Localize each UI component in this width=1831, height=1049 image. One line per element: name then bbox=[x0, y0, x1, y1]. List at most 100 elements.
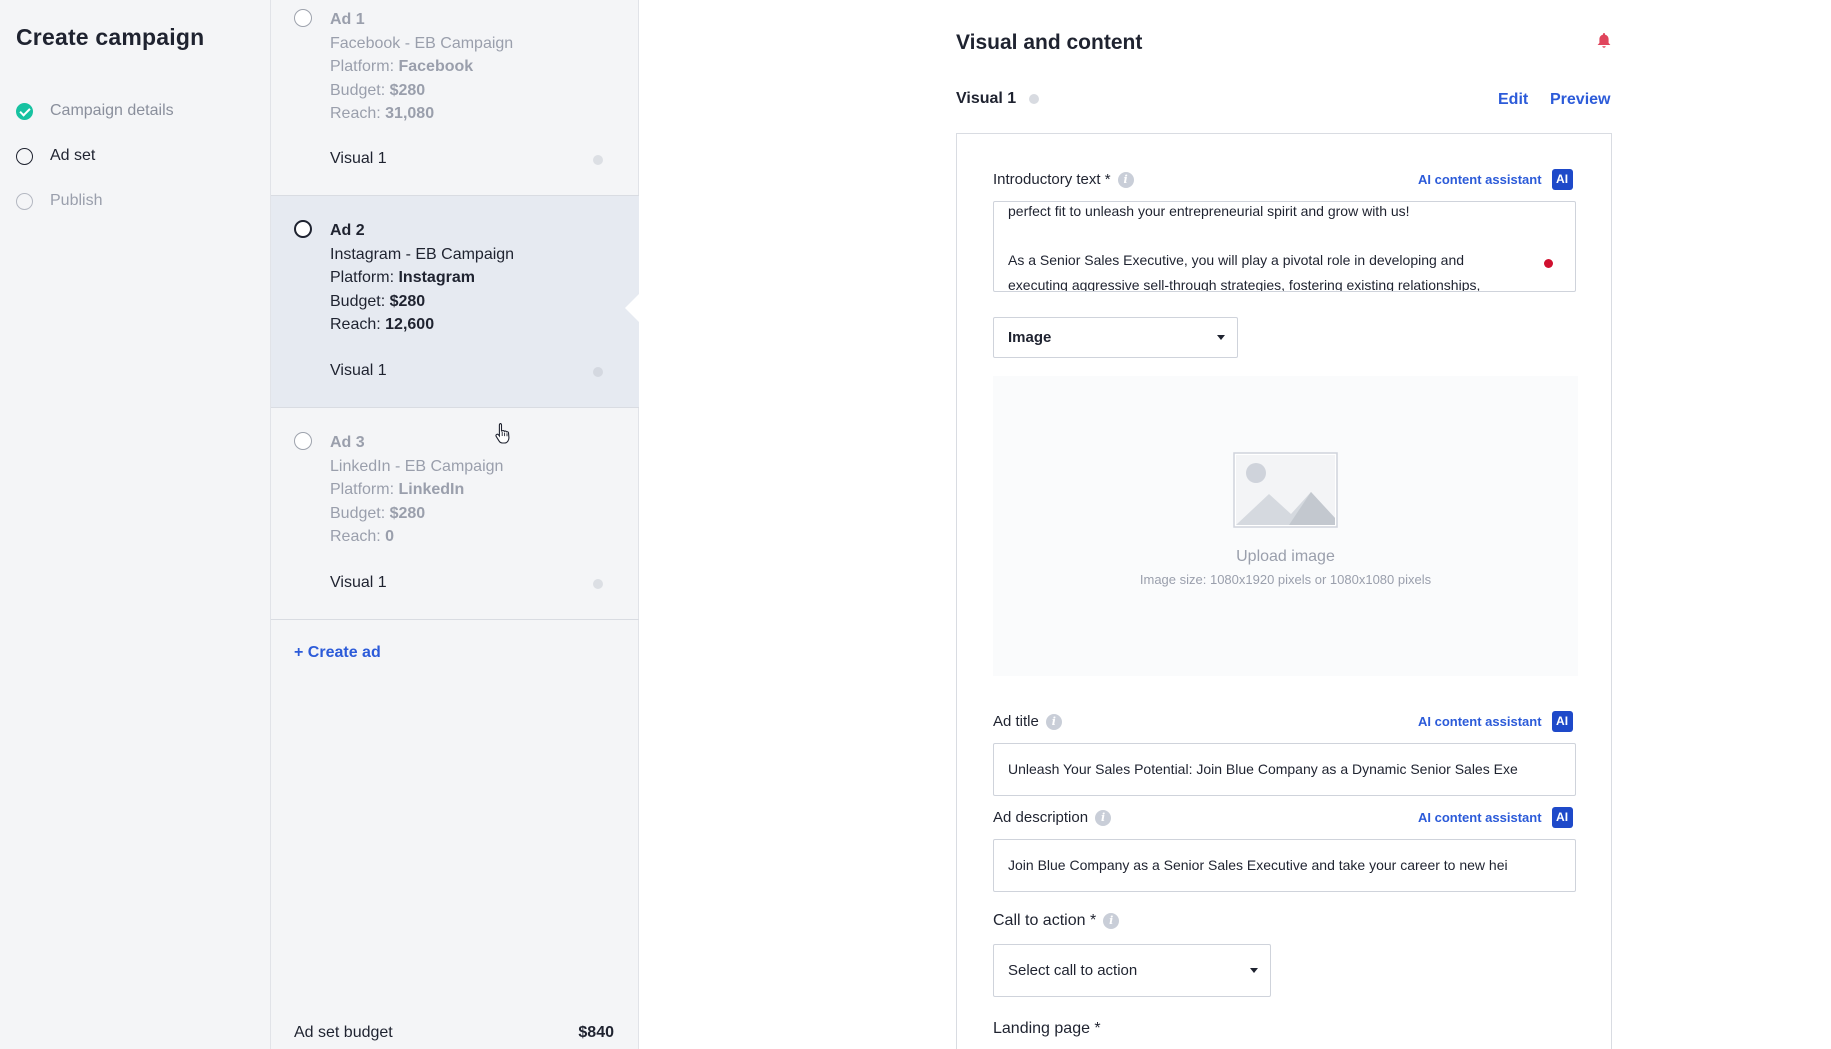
ad-title-field-label: Ad title i bbox=[993, 713, 1062, 730]
ad-details: Ad 2 Instagram - EB Campaign Platform: I… bbox=[330, 219, 514, 337]
ad-visual-item[interactable]: Visual 1 bbox=[330, 362, 387, 380]
ad-description-input[interactable]: Join Blue Company as a Senior Sales Exec… bbox=[993, 839, 1576, 892]
platform-value: LinkedIn bbox=[398, 481, 465, 498]
hand-cursor-icon bbox=[495, 422, 510, 444]
visual-tab[interactable]: Visual 1 bbox=[956, 90, 1040, 108]
ad-card-2[interactable]: Ad 2 Instagram - EB Campaign Platform: I… bbox=[271, 196, 639, 408]
info-icon[interactable]: i bbox=[1103, 913, 1120, 929]
ad-description-field-label: Ad description i bbox=[993, 809, 1112, 826]
visual-status-dot bbox=[1029, 94, 1040, 104]
budget-value: $280 bbox=[389, 292, 426, 310]
intro-text-line: executing aggressive sell-through strate… bbox=[1008, 277, 1481, 292]
intro-text-area[interactable]: perfect fit to unleash your entrepreneur… bbox=[993, 201, 1576, 292]
budget-label: Budget: bbox=[330, 81, 386, 99]
edit-link[interactable]: Edit bbox=[1498, 91, 1528, 109]
media-type-value: Image bbox=[1008, 329, 1052, 346]
budget-value: $280 bbox=[389, 81, 426, 99]
step-publish[interactable]: Publish bbox=[16, 189, 102, 213]
image-upload-area[interactable]: Upload image Image size: 1080x1920 pixel… bbox=[993, 376, 1578, 676]
budget-value: $280 bbox=[389, 504, 426, 522]
section-title: Visual and content bbox=[956, 31, 1143, 54]
media-type-select[interactable]: Image bbox=[993, 317, 1238, 358]
info-icon[interactable]: i bbox=[1095, 809, 1112, 826]
create-ad-button[interactable]: + Create ad bbox=[294, 644, 381, 662]
ad-list-panel: Ad 1 Facebook - EB Campaign Platform: Fa… bbox=[270, 0, 639, 1049]
landing-page-field-label: Landing page * bbox=[993, 1020, 1101, 1038]
ad-details: Ad 1 Facebook - EB Campaign Platform: Fa… bbox=[330, 8, 513, 126]
landing-page-label-text: Landing page * bbox=[993, 1020, 1101, 1037]
intro-text-line: As a Senior Sales Executive, you will pl… bbox=[1008, 252, 1465, 268]
ai-content-assistant-intro[interactable]: AI content assistant AI bbox=[1418, 169, 1573, 190]
platform-label: Platform: bbox=[330, 58, 395, 75]
budget-label: Budget: bbox=[330, 504, 386, 522]
ad-radio[interactable] bbox=[294, 432, 312, 450]
ad-card-1[interactable]: Ad 1 Facebook - EB Campaign Platform: Fa… bbox=[271, 0, 639, 196]
ai-content-assistant-description[interactable]: AI content assistant AI bbox=[1418, 807, 1573, 828]
ad-radio[interactable] bbox=[294, 9, 312, 27]
cta-value: Select call to action bbox=[1008, 962, 1138, 979]
visual-status-dot bbox=[593, 155, 603, 165]
ai-content-assistant-title[interactable]: AI content assistant AI bbox=[1418, 711, 1573, 732]
step-label: Campaign details bbox=[50, 102, 174, 119]
step-label: Ad set bbox=[50, 147, 96, 164]
platform-value: Instagram bbox=[398, 269, 475, 286]
ai-badge-icon: AI bbox=[1551, 169, 1573, 190]
error-indicator-dot bbox=[1544, 259, 1553, 268]
ad-visual-item[interactable]: Visual 1 bbox=[330, 150, 387, 168]
ad-details: Ad 3 LinkedIn - EB Campaign Platform: Li… bbox=[330, 431, 503, 549]
ad-title-label-text: Ad title bbox=[993, 713, 1039, 730]
bell-icon[interactable] bbox=[1596, 32, 1612, 50]
circle-icon bbox=[16, 192, 33, 210]
caret-down-icon bbox=[1217, 335, 1225, 340]
budget-label: Budget: bbox=[330, 292, 386, 310]
platform-label: Platform: bbox=[330, 269, 395, 286]
ai-assistant-label: AI content assistant bbox=[1418, 172, 1542, 187]
visual-status-dot bbox=[593, 579, 603, 589]
reach-value: 31,080 bbox=[385, 105, 435, 122]
info-icon[interactable]: i bbox=[1045, 713, 1062, 730]
step-ad-set[interactable]: Ad set bbox=[16, 144, 95, 168]
ad-title-label: Ad 3 bbox=[330, 434, 365, 451]
ad-campaign: Instagram - EB Campaign bbox=[330, 245, 515, 263]
ad-card-3[interactable]: Ad 3 LinkedIn - EB Campaign Platform: Li… bbox=[271, 408, 639, 620]
cta-label-text: Call to action * bbox=[993, 912, 1097, 929]
ad-title-label: Ad 1 bbox=[330, 11, 365, 28]
platform-value: Facebook bbox=[398, 58, 474, 75]
upload-image-title: Upload image bbox=[1236, 548, 1335, 565]
ad-campaign: Facebook - EB Campaign bbox=[330, 34, 514, 52]
left-nav: Create campaign Campaign details Ad set … bbox=[0, 0, 270, 1049]
visual-status-dot bbox=[593, 367, 603, 377]
ad-description-label-text: Ad description bbox=[993, 809, 1089, 826]
ad-set-budget-value: $840 bbox=[578, 1024, 614, 1041]
ad-set-budget-label: Ad set budget bbox=[294, 1024, 393, 1041]
ad-title-input[interactable]: Unleash Your Sales Potential: Join Blue … bbox=[993, 743, 1576, 796]
ad-campaign: LinkedIn - EB Campaign bbox=[330, 457, 504, 475]
selection-pointer bbox=[625, 292, 641, 324]
intro-text-line: perfect fit to unleash your entrepreneur… bbox=[1008, 203, 1410, 219]
ad-radio[interactable] bbox=[294, 220, 312, 238]
cta-field-label: Call to action * i bbox=[993, 912, 1120, 930]
ai-assistant-label: AI content assistant bbox=[1418, 714, 1542, 729]
ad-visual-item[interactable]: Visual 1 bbox=[330, 574, 387, 592]
reach-label: Reach: bbox=[330, 528, 381, 545]
ai-badge-icon: AI bbox=[1551, 711, 1573, 732]
reach-value: 0 bbox=[385, 528, 395, 545]
info-icon[interactable]: i bbox=[1117, 171, 1134, 188]
reach-label: Reach: bbox=[330, 105, 381, 122]
reach-value: 12,600 bbox=[385, 316, 435, 333]
intro-text-blank-line bbox=[1008, 224, 1561, 248]
visual-tab-label: Visual 1 bbox=[956, 90, 1017, 107]
preview-link[interactable]: Preview bbox=[1550, 91, 1610, 109]
upload-image-hint: Image size: 1080x1920 pixels or 1080x108… bbox=[1139, 572, 1432, 587]
circle-icon bbox=[16, 147, 33, 165]
step-campaign-details[interactable]: Campaign details bbox=[16, 99, 174, 123]
check-circle-icon bbox=[16, 102, 33, 120]
ad-title-label: Ad 2 bbox=[330, 222, 365, 239]
page-title: Create campaign bbox=[16, 24, 205, 50]
step-label: Publish bbox=[50, 192, 103, 209]
caret-down-icon bbox=[1250, 968, 1258, 973]
ad-set-budget: Ad set budget $840 bbox=[294, 1024, 614, 1042]
ai-badge-icon: AI bbox=[1551, 807, 1573, 828]
call-to-action-select[interactable]: Select call to action bbox=[993, 944, 1271, 997]
image-placeholder-icon bbox=[1233, 452, 1338, 528]
